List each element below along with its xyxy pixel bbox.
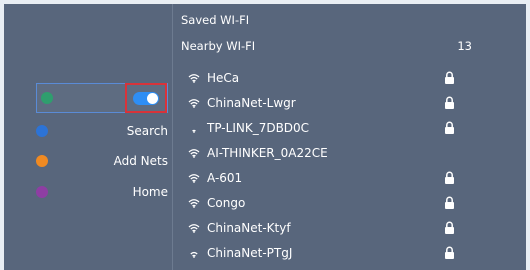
network-ssid: Congo xyxy=(207,196,246,210)
toggle-knob xyxy=(147,92,158,104)
network-ssid: ChinaNet-Ktyf xyxy=(207,221,291,235)
sidebar: Search Add Nets Home xyxy=(4,4,172,270)
network-row[interactable]: A-601 xyxy=(181,166,512,190)
network-ssid: ChinaNet-PTgJ xyxy=(207,246,293,260)
home-dot-icon xyxy=(36,186,48,198)
network-ssid: HeCa xyxy=(207,71,240,85)
network-row[interactable]: ChinaNet-Ktyf xyxy=(181,216,512,240)
nearby-wifi-header[interactable]: Nearby WI-FI 13 xyxy=(181,34,512,58)
lock-icon xyxy=(444,196,455,210)
sidebar-item-add-nets[interactable]: Add Nets xyxy=(34,148,168,174)
network-ssid: A-601 xyxy=(207,171,243,185)
sidebar-item-label: Add Nets xyxy=(113,154,168,168)
wifi-signal-icon xyxy=(187,148,201,158)
wifi-list-panel: Saved WI-FI Nearby WI-FI 13 HeCa ChinaNet… xyxy=(173,4,522,270)
saved-wifi-label: Saved WI-FI xyxy=(181,13,250,27)
network-row[interactable]: Congo xyxy=(181,191,512,215)
network-row[interactable]: ChinaNet-PTgJ xyxy=(181,241,512,265)
lock-icon xyxy=(444,121,455,135)
saved-wifi-header[interactable]: Saved WI-FI xyxy=(181,8,512,32)
network-ssid: AI-THINKER_0A22CE xyxy=(207,146,328,160)
lock-icon xyxy=(444,171,455,185)
search-dot-icon xyxy=(36,125,48,137)
wifi-signal-icon xyxy=(187,198,201,208)
wifi-toggle[interactable] xyxy=(133,91,159,105)
nearby-count: 13 xyxy=(457,39,472,53)
network-ssid: TP-LINK_7DBD0C xyxy=(207,121,310,135)
lock-icon xyxy=(444,71,455,85)
network-ssid: ChinaNet-Lwgr xyxy=(207,96,296,110)
network-row[interactable]: TP-LINK_7DBD0C xyxy=(181,116,512,140)
network-row[interactable]: ChinaNet-Lwgr xyxy=(181,91,512,115)
wifi-signal-icon xyxy=(187,73,201,83)
sidebar-item-wifi[interactable] xyxy=(36,83,168,113)
sidebar-item-home[interactable]: Home xyxy=(34,179,168,205)
lock-icon xyxy=(444,246,455,260)
sidebar-item-label: Home xyxy=(132,185,168,199)
wifi-signal-icon xyxy=(187,98,201,108)
lock-icon xyxy=(444,96,455,110)
wifi-dot-icon xyxy=(41,92,53,104)
lock-icon xyxy=(444,221,455,235)
wifi-signal-icon xyxy=(187,248,201,258)
network-row[interactable]: HeCa xyxy=(181,66,512,90)
nearby-wifi-label: Nearby WI-FI xyxy=(181,39,256,53)
sidebar-item-label: Search xyxy=(126,124,168,138)
wifi-signal-icon xyxy=(187,223,201,233)
wifi-signal-icon xyxy=(187,173,201,183)
wifi-signal-icon xyxy=(187,123,201,133)
sidebar-item-search[interactable]: Search xyxy=(34,118,168,144)
add-dot-icon xyxy=(36,155,48,167)
wifi-toggle-highlight xyxy=(125,83,167,113)
network-row[interactable]: AI-THINKER_0A22CE xyxy=(181,141,512,165)
